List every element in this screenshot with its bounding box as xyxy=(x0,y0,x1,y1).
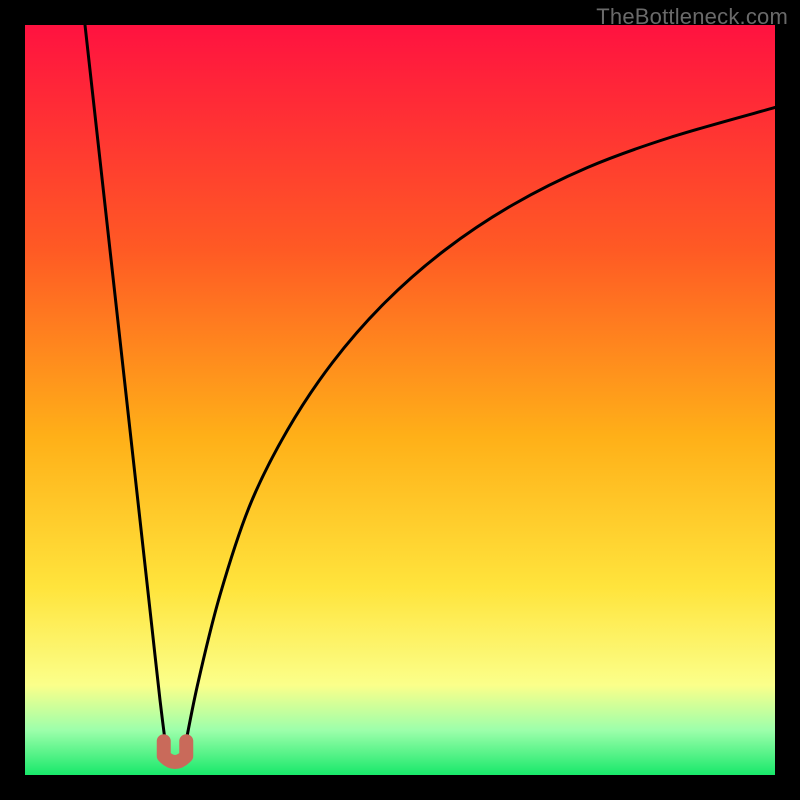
gradient-background xyxy=(25,25,775,775)
bottleneck-plot xyxy=(25,25,775,775)
chart-frame: TheBottleneck.com xyxy=(0,0,800,800)
watermark-text: TheBottleneck.com xyxy=(596,4,788,30)
